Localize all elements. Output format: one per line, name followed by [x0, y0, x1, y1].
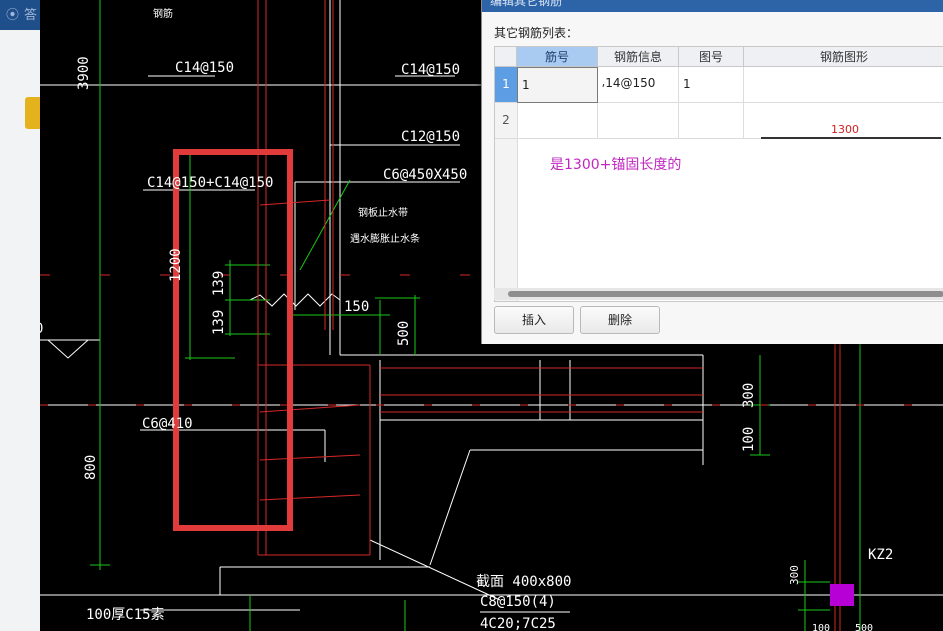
- cad-dim-3900: 3900: [76, 56, 92, 90]
- cell-bar-no[interactable]: 1: [517, 67, 598, 103]
- cad-label-top: 钢筋: [153, 7, 173, 20]
- insert-button[interactable]: 插入: [494, 306, 574, 334]
- cad-dim-150: 150: [344, 299, 369, 315]
- cad-label-c15: 100厚C15素: [86, 607, 165, 623]
- cad-label-c6-450: C6@450X450: [383, 167, 467, 183]
- cad-dim-139b: 139: [211, 310, 227, 335]
- cad-dim-300: 300: [741, 383, 757, 408]
- cad-label-left-zero: 0: [40, 321, 43, 337]
- column-header-bar-info[interactable]: 钢筋信息: [598, 47, 679, 67]
- cell-bar-info[interactable]: [598, 103, 679, 139]
- cad-dim-100: 100: [741, 427, 757, 452]
- table-corner: [495, 47, 517, 67]
- left-side-panel: ⦿ 答: [0, 0, 40, 631]
- cad-label-c14-left: C14@150: [175, 60, 234, 76]
- cad-label-kz2: KZ2: [868, 547, 893, 563]
- rebar-table: 筋号 钢筋信息 图号 钢筋图形 1 1 ⸴14@150 1 2 是1300+锚固…: [494, 46, 943, 302]
- cad-label-c8: C8@150(4): [480, 594, 556, 610]
- left-top-bar: ⦿ 答: [0, 0, 40, 30]
- cell-shape[interactable]: [744, 67, 943, 103]
- cad-dim-500: 500: [396, 321, 412, 346]
- cell-bar-no[interactable]: [517, 103, 598, 139]
- cad-label-c12: C12@150: [401, 129, 460, 145]
- cad-note-a: 钢板止水带: [358, 206, 408, 219]
- left-yellow-chip[interactable]: [25, 97, 40, 129]
- left-tab-text[interactable]: 答: [24, 4, 37, 23]
- cad-label-c14-right: C14@150: [401, 62, 460, 78]
- edit-rebar-dialog: 编辑其它钢筋 其它钢筋列表： 筋号 钢筋信息 图号 钢筋图形 1 1 ⸴14@1…: [481, 0, 943, 344]
- cad-dim-300b: 300: [788, 565, 801, 585]
- level-marker: [47, 339, 89, 359]
- cell-figure-no[interactable]: [679, 103, 744, 139]
- location-icon: ⦿: [6, 8, 20, 23]
- scrollbar-thumb[interactable]: [508, 291, 943, 297]
- dialog-title-bar[interactable]: 编辑其它钢筋: [482, 0, 943, 12]
- rebar-shape-length: 1300: [831, 123, 859, 136]
- annotation-note: 是1300+锚固长度的: [550, 157, 682, 173]
- cad-label-bars: 4C20;7C25: [480, 616, 556, 631]
- kz2-column-marker: [830, 584, 854, 606]
- cad-dim-139a: 139: [211, 271, 227, 296]
- horizontal-scrollbar[interactable]: [494, 288, 943, 300]
- cell-figure-no[interactable]: 1: [679, 67, 744, 103]
- row-number-2[interactable]: 2: [495, 103, 517, 139]
- column-header-figure-no[interactable]: 图号: [679, 47, 744, 67]
- cad-label-section: 截面 400x800: [476, 574, 571, 590]
- cad-dim-800: 800: [83, 455, 99, 480]
- cad-dim-100b: 100: [812, 623, 830, 631]
- cad-dim-1200: 1200: [168, 248, 184, 282]
- column-header-bar-no[interactable]: 筋号: [517, 47, 598, 67]
- cad-label-c6-410: C6@410: [142, 416, 193, 432]
- dialog-title: 编辑其它钢筋: [490, 0, 563, 8]
- rebar-shape-line: [761, 137, 941, 139]
- cad-dim-500b: 500: [855, 623, 873, 631]
- cad-label-c14-combo: C14@150+C14@150: [147, 175, 273, 191]
- cell-bar-info[interactable]: ⸴14@150: [598, 67, 679, 103]
- row-number-1[interactable]: 1: [495, 67, 517, 103]
- rebar-list-label: 其它钢筋列表：: [494, 26, 579, 40]
- highlight-box: [173, 149, 293, 531]
- delete-button[interactable]: 删除: [580, 306, 660, 334]
- cad-note-b: 遇水膨胀止水条: [350, 232, 420, 245]
- column-header-shape[interactable]: 钢筋图形: [744, 47, 943, 67]
